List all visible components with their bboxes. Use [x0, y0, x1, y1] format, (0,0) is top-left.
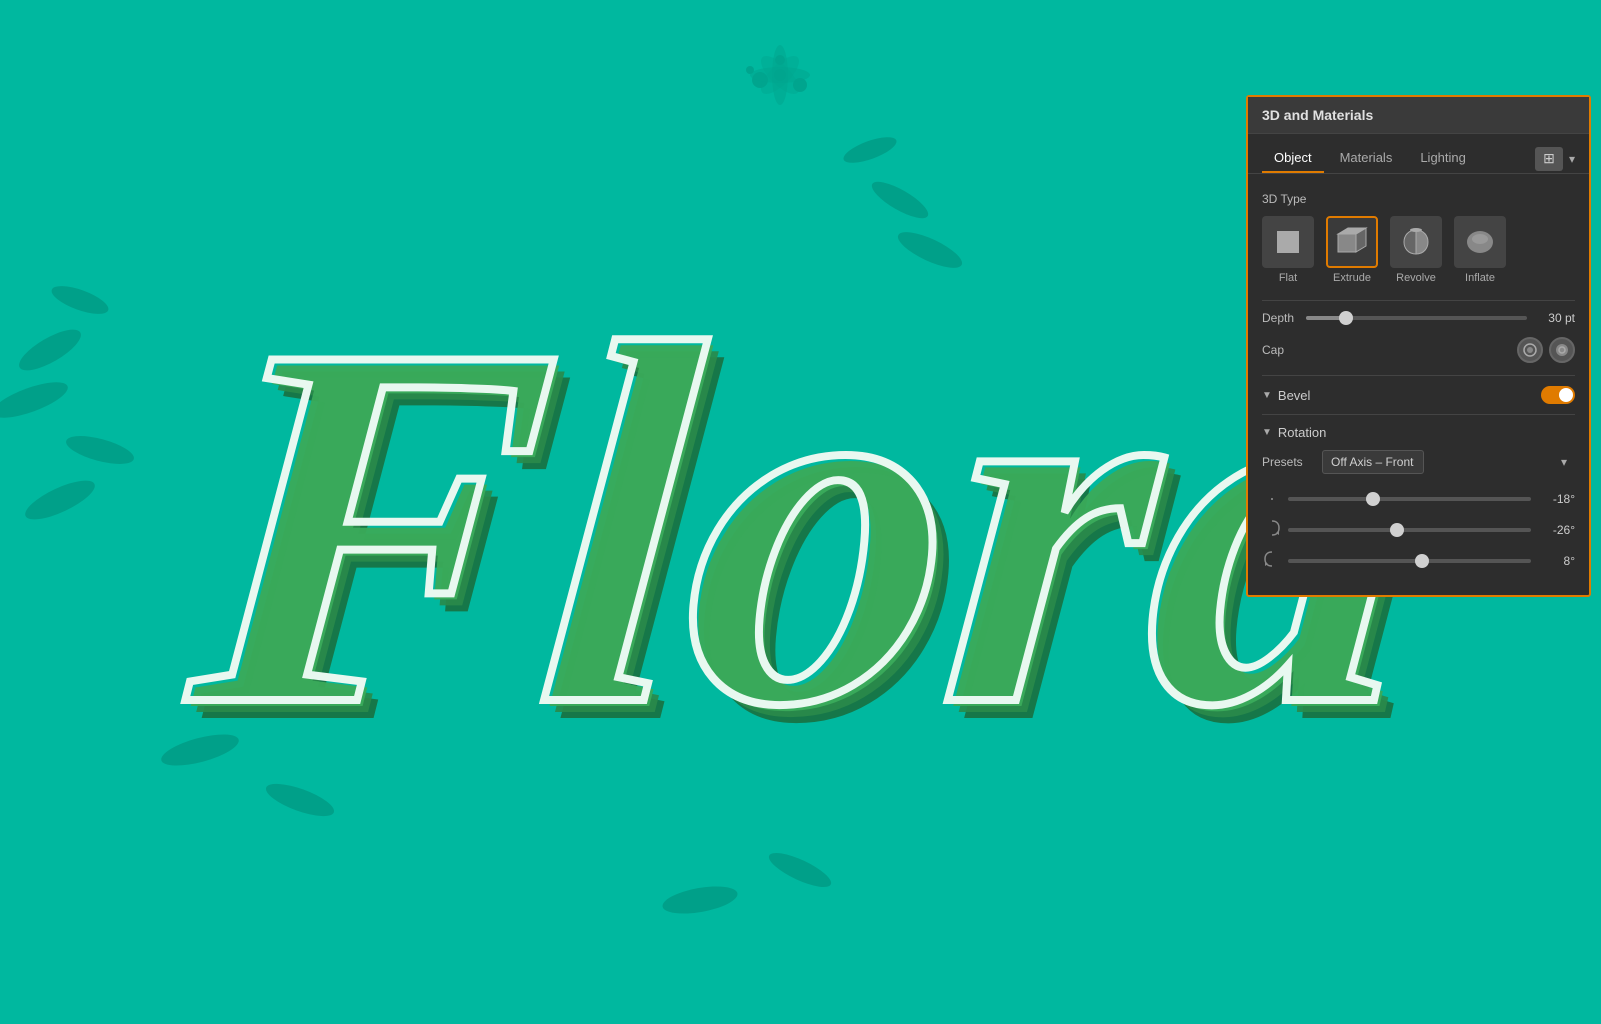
- x-axis-slider[interactable]: [1288, 497, 1531, 501]
- bevel-toggle[interactable]: [1541, 386, 1575, 404]
- cap-icons: [1517, 337, 1575, 363]
- 3d-type-grid: Flat Extrude: [1262, 216, 1575, 284]
- flat-icon: [1262, 216, 1314, 268]
- bevel-section-header[interactable]: ▼ Bevel: [1262, 386, 1575, 404]
- depth-slider[interactable]: [1306, 316, 1527, 320]
- grid-icon: ⊞: [1543, 150, 1555, 167]
- cap-option-2[interactable]: [1549, 337, 1575, 363]
- bevel-chevron: ▼: [1262, 390, 1272, 401]
- y-axis-icon: [1262, 519, 1282, 540]
- type-extrude-button[interactable]: Extrude: [1326, 216, 1378, 284]
- depth-row: Depth 30 pt: [1262, 311, 1575, 325]
- z-axis-thumb[interactable]: [1415, 554, 1429, 568]
- z-axis-icon: [1262, 550, 1282, 571]
- divider-1: [1262, 300, 1575, 301]
- panel-tabs: Object Materials Lighting ⊞ ▾: [1248, 134, 1589, 174]
- type-flat-button[interactable]: Flat: [1262, 216, 1314, 284]
- 3d-materials-panel: 3D and Materials Object Materials Lighti…: [1246, 95, 1591, 597]
- rotation-title: Rotation: [1278, 425, 1326, 440]
- panel-body: 3D Type Flat Extrude: [1248, 174, 1589, 595]
- tab-object[interactable]: Object: [1262, 144, 1324, 173]
- y-axis-value: -26°: [1537, 523, 1575, 537]
- y-axis-thumb[interactable]: [1390, 523, 1404, 537]
- z-axis-slider[interactable]: [1288, 559, 1531, 563]
- panel-menu-button[interactable]: ⊞: [1535, 147, 1563, 171]
- divider-2: [1262, 375, 1575, 376]
- x-axis-thumb[interactable]: [1366, 492, 1380, 506]
- depth-label: Depth: [1262, 311, 1298, 325]
- z-axis-value: 8°: [1537, 554, 1575, 568]
- bevel-title: Bevel: [1278, 388, 1311, 403]
- x-axis-icon: ·: [1262, 488, 1282, 509]
- 3d-type-label: 3D Type: [1262, 192, 1575, 206]
- presets-row: Presets Off Axis – Front Front Back Left…: [1262, 450, 1575, 474]
- cap-label: Cap: [1262, 343, 1517, 357]
- tab-materials[interactable]: Materials: [1328, 144, 1405, 173]
- rotation-section-header[interactable]: ▼ Rotation: [1262, 425, 1575, 440]
- presets-select[interactable]: Off Axis – Front Front Back Left Right T…: [1322, 450, 1424, 474]
- rotation-x-row: · -18°: [1262, 488, 1575, 509]
- chevron-down-icon: ▾: [1569, 152, 1575, 166]
- panel-title: 3D and Materials: [1262, 107, 1373, 123]
- type-inflate-button[interactable]: Inflate: [1454, 216, 1506, 284]
- cap-row: Cap: [1262, 337, 1575, 363]
- revolve-label: Revolve: [1396, 272, 1436, 284]
- extrude-label: Extrude: [1333, 272, 1371, 284]
- cap-option-1[interactable]: [1517, 337, 1543, 363]
- inflate-label: Inflate: [1465, 272, 1495, 284]
- depth-thumb[interactable]: [1339, 311, 1353, 325]
- depth-value: 30 pt: [1535, 311, 1575, 325]
- rotation-y-row: -26°: [1262, 519, 1575, 540]
- presets-label: Presets: [1262, 455, 1314, 469]
- inflate-icon: [1454, 216, 1506, 268]
- extrude-icon: [1326, 216, 1378, 268]
- revolve-icon: [1390, 216, 1442, 268]
- presets-wrapper: Off Axis – Front Front Back Left Right T…: [1322, 450, 1575, 474]
- divider-3: [1262, 414, 1575, 415]
- type-revolve-button[interactable]: Revolve: [1390, 216, 1442, 284]
- y-axis-slider[interactable]: [1288, 528, 1531, 532]
- x-axis-value: -18°: [1537, 492, 1575, 506]
- rotation-z-row: 8°: [1262, 550, 1575, 571]
- tab-lighting[interactable]: Lighting: [1408, 144, 1478, 173]
- panel-header: 3D and Materials: [1248, 97, 1589, 134]
- flat-label: Flat: [1279, 272, 1297, 284]
- rotation-chevron: ▼: [1262, 427, 1272, 438]
